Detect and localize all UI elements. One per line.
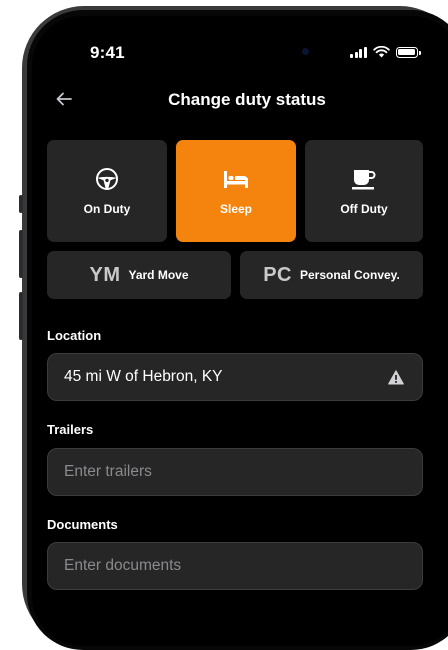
volume-down-button	[19, 292, 23, 340]
status-time: 9:41	[90, 43, 125, 62]
yard-move-label: Yard Move	[128, 268, 189, 282]
yard-move-abbr: YM	[89, 263, 121, 286]
volume-up-button	[19, 230, 23, 278]
trailers-label: Trailers	[47, 422, 94, 437]
trailers-placeholder: Enter trailers	[64, 463, 152, 480]
duty-option-on-duty[interactable]: On Duty	[47, 140, 167, 242]
documents-placeholder: Enter documents	[64, 557, 182, 574]
camera-icon	[302, 48, 309, 55]
steering-wheel-icon	[96, 168, 118, 190]
location-value: 45 mi W of Hebron, KY	[64, 368, 223, 385]
personal-conveyance-label: Personal Convey.	[299, 268, 400, 282]
duty-option-label: Off Duty	[340, 202, 388, 216]
duty-option-label: Sleep	[219, 202, 252, 216]
documents-input[interactable]: Enter documents	[47, 542, 423, 590]
signal-icon	[350, 46, 367, 58]
location-label: Location	[47, 328, 102, 343]
bed-icon	[224, 171, 248, 188]
personal-conveyance-button[interactable]: PC Personal Convey.	[240, 251, 423, 299]
side-button	[19, 195, 23, 213]
app-screen: 9:41 Change duty status On Duty Sleep Of…	[32, 16, 448, 646]
yard-move-button[interactable]: YM Yard Move	[47, 251, 231, 299]
dynamic-island	[210, 33, 350, 69]
wifi-icon	[372, 46, 390, 58]
status-icons	[350, 46, 421, 58]
duty-option-label: On Duty	[83, 202, 131, 216]
documents-label: Documents	[47, 517, 118, 532]
duty-option-off-duty[interactable]: Off Duty	[305, 140, 423, 242]
coffee-cup-icon	[352, 170, 376, 190]
warning-icon	[388, 370, 404, 385]
personal-conveyance-abbr: PC	[263, 263, 292, 286]
location-field[interactable]: 45 mi W of Hebron, KY	[47, 353, 423, 401]
page-title: Change duty status	[168, 90, 326, 109]
battery-icon	[395, 46, 421, 58]
duty-option-sleep[interactable]: Sleep	[176, 140, 296, 242]
trailers-input[interactable]: Enter trailers	[47, 448, 423, 496]
